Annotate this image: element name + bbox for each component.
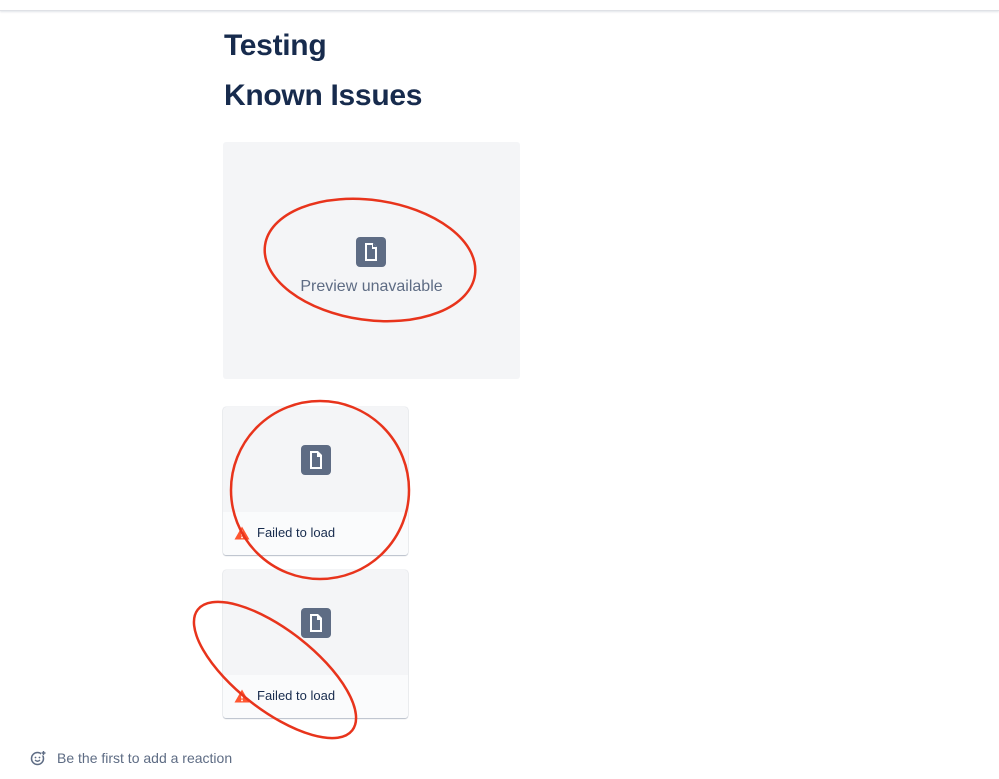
add-reaction-label: Be the first to add a reaction xyxy=(57,750,233,766)
page-top-border xyxy=(0,0,999,11)
attachment-card-footer: Failed to load xyxy=(223,675,408,718)
attachment-card[interactable]: Failed to load xyxy=(223,407,408,555)
file-preview[interactable]: Preview unavailable xyxy=(223,142,520,379)
heading-testing: Testing xyxy=(224,29,327,62)
attachment-status: Failed to load xyxy=(257,525,336,540)
warning-icon xyxy=(234,526,250,540)
file-icon xyxy=(356,237,386,267)
heading-known-issues: Known Issues xyxy=(224,79,423,112)
attachment-status: Failed to load xyxy=(257,688,336,703)
add-reaction-button[interactable]: Be the first to add a reaction xyxy=(30,748,232,768)
preview-unavailable-message: Preview unavailable xyxy=(300,278,443,295)
file-icon xyxy=(301,608,331,638)
warning-icon xyxy=(234,689,250,703)
add-reaction-icon xyxy=(30,750,46,766)
attachment-card-footer: Failed to load xyxy=(223,512,408,555)
file-icon xyxy=(301,445,331,475)
annotation-overlay xyxy=(192,197,477,740)
attachment-card[interactable]: Failed to load xyxy=(223,570,408,718)
